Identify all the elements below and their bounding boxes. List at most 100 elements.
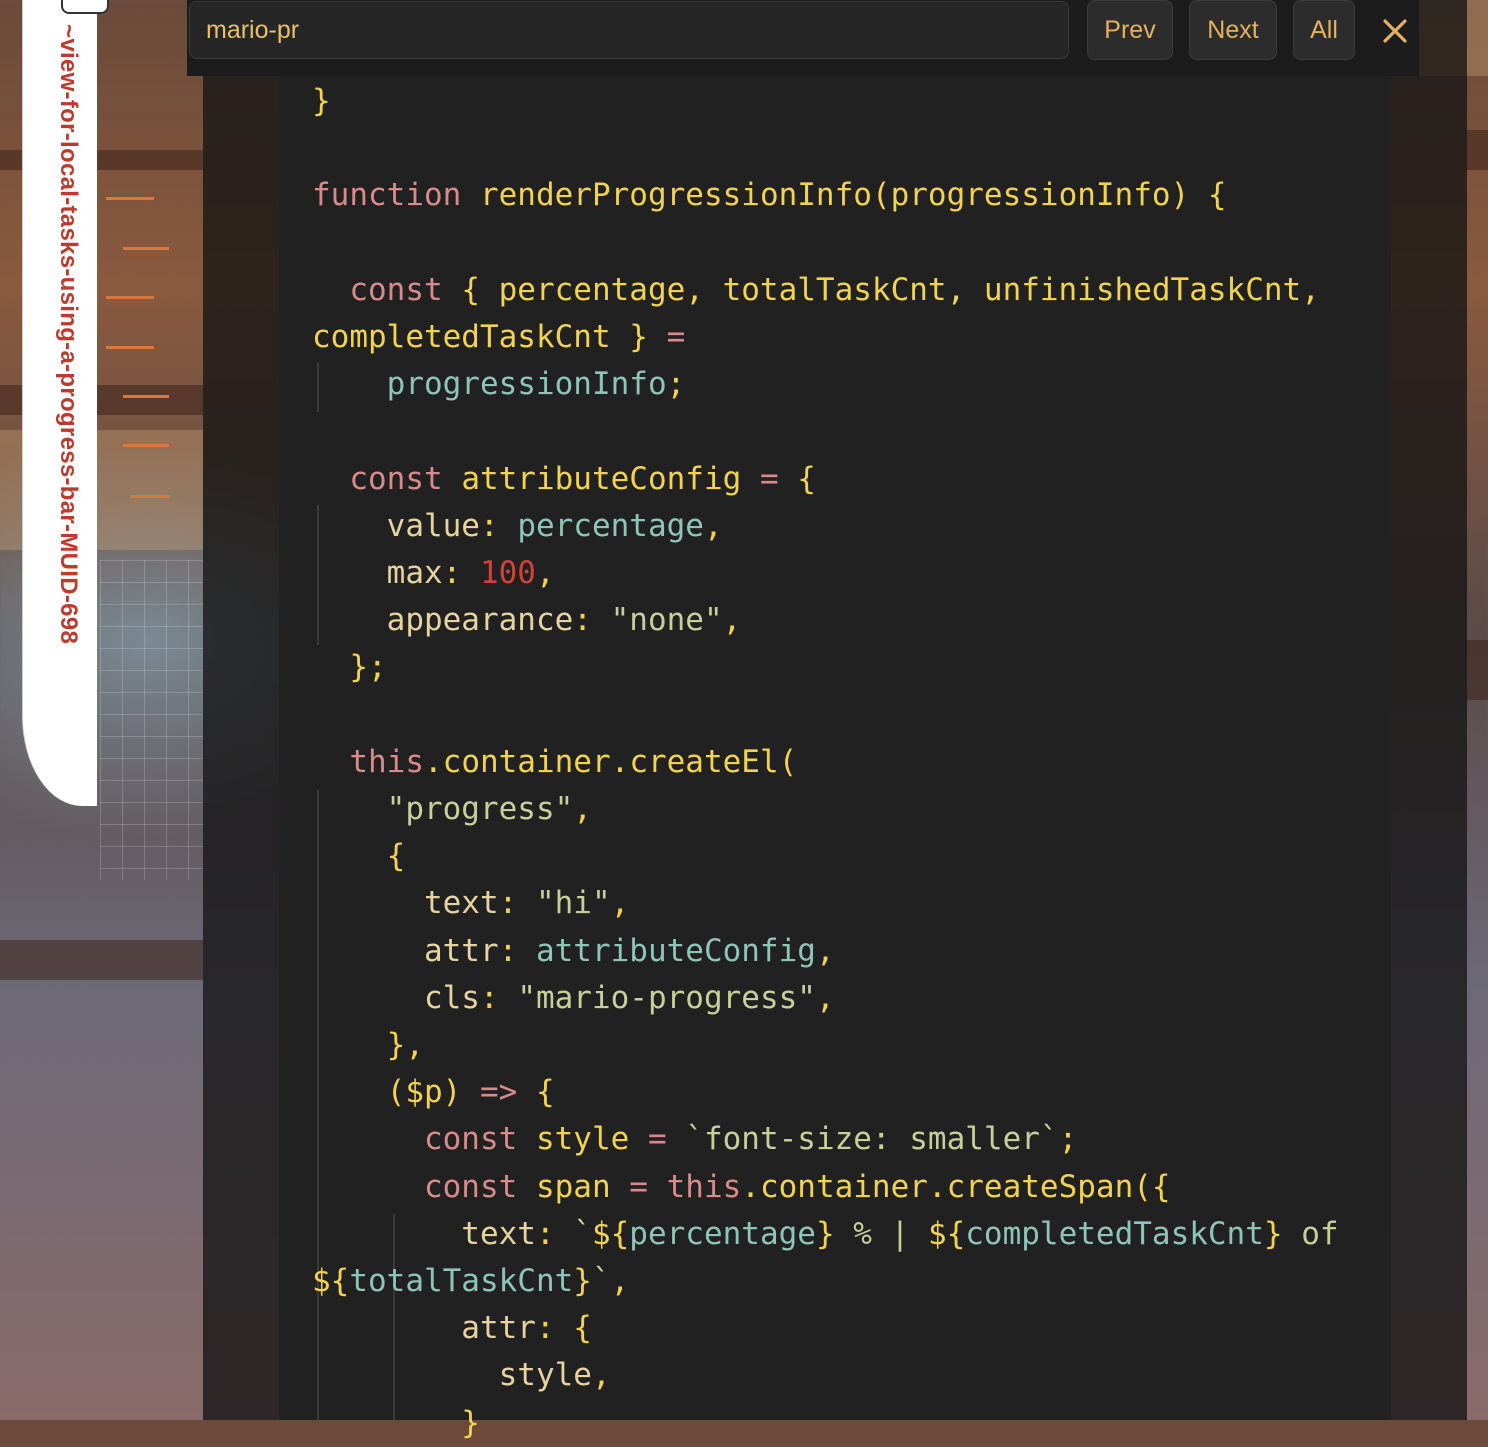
code-token: const	[312, 1121, 536, 1158]
code-line: const attributeConfig = {	[312, 456, 816, 503]
code-token: max	[312, 555, 443, 591]
code-token: this	[666, 1168, 742, 1205]
code-token: progressionInfo	[386, 366, 667, 403]
code-line: max: 100,	[312, 550, 555, 597]
code-token: ,	[946, 271, 984, 308]
code-token: :	[442, 555, 480, 591]
code-token: const	[312, 271, 462, 308]
tab-handle-icon[interactable]	[61, 0, 109, 14]
code-token: percentage	[629, 1215, 816, 1252]
code-token: appearance	[312, 602, 574, 639]
code-token: text	[312, 1215, 536, 1252]
code-token: attributeConfig	[535, 932, 816, 969]
code-token: style	[312, 1357, 592, 1394]
code-line: {	[312, 833, 406, 880]
code-token: {	[797, 460, 816, 497]
code-token: attributeConfig	[461, 460, 742, 497]
code-token: };	[312, 649, 387, 686]
code-token: ,	[1301, 271, 1320, 308]
code-token: cls	[312, 979, 480, 1016]
code-token: % |	[834, 1215, 928, 1252]
code-token: =	[666, 319, 686, 355]
vertical-file-tab[interactable]: ~view-for-local-tasks-using-a-progress-b…	[22, 0, 109, 806]
code-token: `	[573, 1215, 592, 1252]
code-line: text: `${percentage} % | ${completedTask…	[312, 1211, 1338, 1258]
code-token: =>	[479, 1074, 518, 1111]
code-token: percentage	[517, 507, 704, 544]
code-token: ${	[927, 1215, 966, 1252]
code-token: createSpan	[946, 1168, 1134, 1205]
code-token: renderProgressionInfo	[479, 177, 872, 214]
code-token: completedTaskCnt	[965, 1215, 1264, 1252]
code-token: "none"	[610, 602, 723, 639]
code-token: this	[312, 743, 424, 780]
code-token: :	[498, 932, 536, 969]
code-token: ,	[815, 932, 835, 969]
code-line: ($p) => {	[312, 1069, 555, 1116]
prev-button[interactable]: Prev	[1087, 0, 1173, 60]
code-token: span	[535, 1168, 611, 1205]
code-token: {	[573, 1310, 592, 1347]
code-token: "mario-progress"	[517, 979, 816, 1016]
code-token: ,	[610, 885, 630, 922]
next-button[interactable]: Next	[1189, 0, 1277, 60]
code-token: }	[610, 319, 667, 355]
code-token: :	[573, 602, 611, 639]
code-token: =	[741, 460, 798, 497]
code-token: attr	[312, 932, 499, 969]
code-token: :	[535, 1215, 574, 1252]
code-token: (	[778, 743, 798, 780]
code-token: {	[517, 1074, 555, 1111]
close-icon[interactable]	[1378, 14, 1412, 48]
code-token: ) {	[1170, 177, 1227, 214]
code-token: ,	[591, 1357, 611, 1394]
code-token: {	[312, 838, 406, 875]
code-token: `font-size: smaller`	[685, 1121, 1059, 1158]
code-token: .	[610, 743, 630, 780]
code-token: :	[479, 979, 518, 1016]
code-token: const	[312, 1168, 536, 1205]
code-line: const span = this.container.createSpan({	[312, 1164, 1171, 1211]
code-token: .	[927, 1168, 947, 1205]
code-token: ,	[722, 602, 742, 639]
code-token: }	[312, 1404, 480, 1441]
code-line: attr: {	[312, 1305, 592, 1352]
all-button[interactable]: All	[1293, 0, 1355, 60]
code-token: `	[591, 1263, 611, 1299]
code-token: percentage	[498, 271, 686, 308]
code-token: {	[461, 271, 499, 308]
code-token: .	[741, 1168, 760, 1205]
code-line: const { percentage, totalTaskCnt, unfini…	[312, 267, 1320, 314]
code-token: ,	[573, 791, 592, 827]
code-token: :	[498, 885, 536, 922]
code-line: cls: "mario-progress",	[312, 975, 835, 1022]
code-line: }	[312, 78, 331, 125]
code-token: }	[312, 83, 331, 119]
code-line: attr: attributeConfig,	[312, 928, 835, 975]
code-line: ${totalTaskCnt}`,	[312, 1258, 629, 1305]
code-token: }	[815, 1215, 835, 1252]
code-token: totalTaskCnt	[349, 1263, 574, 1299]
code-token: :	[535, 1310, 574, 1347]
code-line: }	[312, 1400, 480, 1447]
code-line: const style = `font-size: smaller`;	[312, 1116, 1077, 1163]
code-token: ,	[535, 555, 555, 591]
code-token: =	[610, 1168, 667, 1205]
code-token: =	[629, 1121, 686, 1158]
code-token: }	[1263, 1215, 1283, 1252]
code-line: },	[312, 1022, 424, 1069]
code-token: ;	[666, 366, 686, 403]
code-token: ${	[312, 1263, 350, 1299]
code-token: container	[442, 743, 611, 780]
code-line: text: "hi",	[312, 880, 629, 927]
search-input[interactable]	[189, 1, 1069, 59]
code-token: completedTaskCnt	[312, 319, 611, 355]
code-token: "progress"	[386, 791, 574, 827]
code-token: ($p)	[312, 1074, 480, 1111]
code-token: ;	[1058, 1121, 1078, 1158]
vertical-tab-label: ~view-for-local-tasks-using-a-progress-b…	[55, 24, 82, 645]
code-token: 100	[479, 555, 536, 591]
code-token: text	[312, 885, 499, 922]
code-token: ,	[703, 507, 723, 544]
